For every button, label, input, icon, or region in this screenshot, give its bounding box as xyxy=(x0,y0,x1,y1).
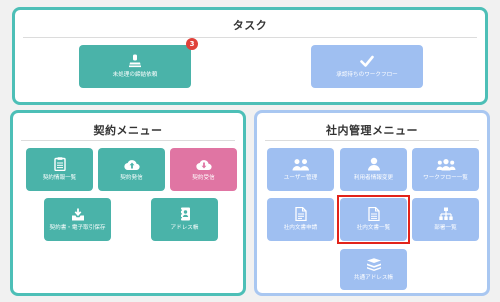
user-icon xyxy=(367,157,380,171)
contract-send-tile[interactable]: 契約発信 xyxy=(98,148,165,191)
tile-label: 契約発信 xyxy=(120,174,143,181)
contract-storage-tile[interactable]: 契約書・電子取引保存 xyxy=(44,198,111,241)
internal-document-list-tile[interactable]: 社内文書一覧 xyxy=(340,198,407,241)
document-icon xyxy=(367,207,380,221)
users-icon xyxy=(292,158,309,170)
tile-label: 社内文書申請 xyxy=(283,225,318,231)
cloud-upload-icon xyxy=(123,159,140,170)
tile-label: 部署一覧 xyxy=(434,225,457,231)
document-edit-icon xyxy=(294,207,307,221)
inbox-download-icon xyxy=(71,208,84,220)
workflow-list-tile[interactable]: ワークフロー一覧 xyxy=(412,148,479,191)
divider xyxy=(265,140,479,141)
clipboard-icon xyxy=(53,157,66,171)
tile-label: 契約情報一覧 xyxy=(42,175,77,181)
pending-signature-requests-tile[interactable]: 未処理の締結依頼 xyxy=(79,45,191,88)
pending-approval-workflows-tile[interactable]: 承認待ちのワークフロー xyxy=(311,45,423,88)
tile-label: ワークフロー一覧 xyxy=(423,174,468,181)
tile-label: 未処理の締結依頼 xyxy=(112,72,158,78)
tile-label: 契約書・電子取引保存 xyxy=(49,224,106,231)
department-list-tile[interactable]: 部署一覧 xyxy=(412,198,479,241)
tile-label: 契約受信 xyxy=(192,174,215,181)
address-book-tile[interactable]: アドレス帳 xyxy=(151,198,218,241)
internal-management-panel: 社内管理メニュー ユーザー管理 利用者情報変更 ワークフロー一覧 社内文書申請 … xyxy=(254,110,490,296)
user-info-change-tile[interactable]: 利用者情報変更 xyxy=(340,148,407,191)
task-panel: タスク 未処理の締結依頼 3 承認待ちのワークフロー xyxy=(12,7,488,105)
internal-document-request-tile[interactable]: 社内文書申請 xyxy=(267,198,334,241)
books-icon xyxy=(366,257,381,271)
user-management-tile[interactable]: ユーザー管理 xyxy=(267,148,334,191)
contract-list-tile[interactable]: 契約情報一覧 xyxy=(26,148,93,191)
shared-address-book-tile[interactable]: 共通アドレス帳 xyxy=(340,249,407,290)
check-icon xyxy=(360,55,374,67)
group-icon xyxy=(436,158,455,170)
internal-menu-title: 社内管理メニュー xyxy=(326,124,418,137)
tile-label: 承認待ちのワークフロー xyxy=(336,71,398,78)
divider xyxy=(21,140,235,141)
contract-receive-tile[interactable]: 契約受信 xyxy=(170,148,237,191)
org-chart-icon xyxy=(438,207,453,220)
tile-label: アドレス帳 xyxy=(170,225,199,231)
cloud-download-icon xyxy=(195,159,212,170)
pending-count-badge: 3 xyxy=(186,38,198,50)
divider xyxy=(23,37,477,38)
tile-label: 利用者情報変更 xyxy=(353,175,394,181)
contract-menu-title: 契約メニュー xyxy=(93,124,163,137)
contract-menu-panel: 契約メニュー 契約情報一覧 契約発信 契約受信 契約書・電子取引保存 アドレス帳 xyxy=(10,110,246,296)
tile-label: 共通アドレス帳 xyxy=(353,274,394,281)
tile-label: 社内文書一覧 xyxy=(356,225,391,231)
task-panel-title: タスク xyxy=(232,19,268,32)
stamp-icon xyxy=(129,54,141,68)
tile-label: ユーザー管理 xyxy=(283,174,318,181)
address-book-icon xyxy=(179,207,190,221)
